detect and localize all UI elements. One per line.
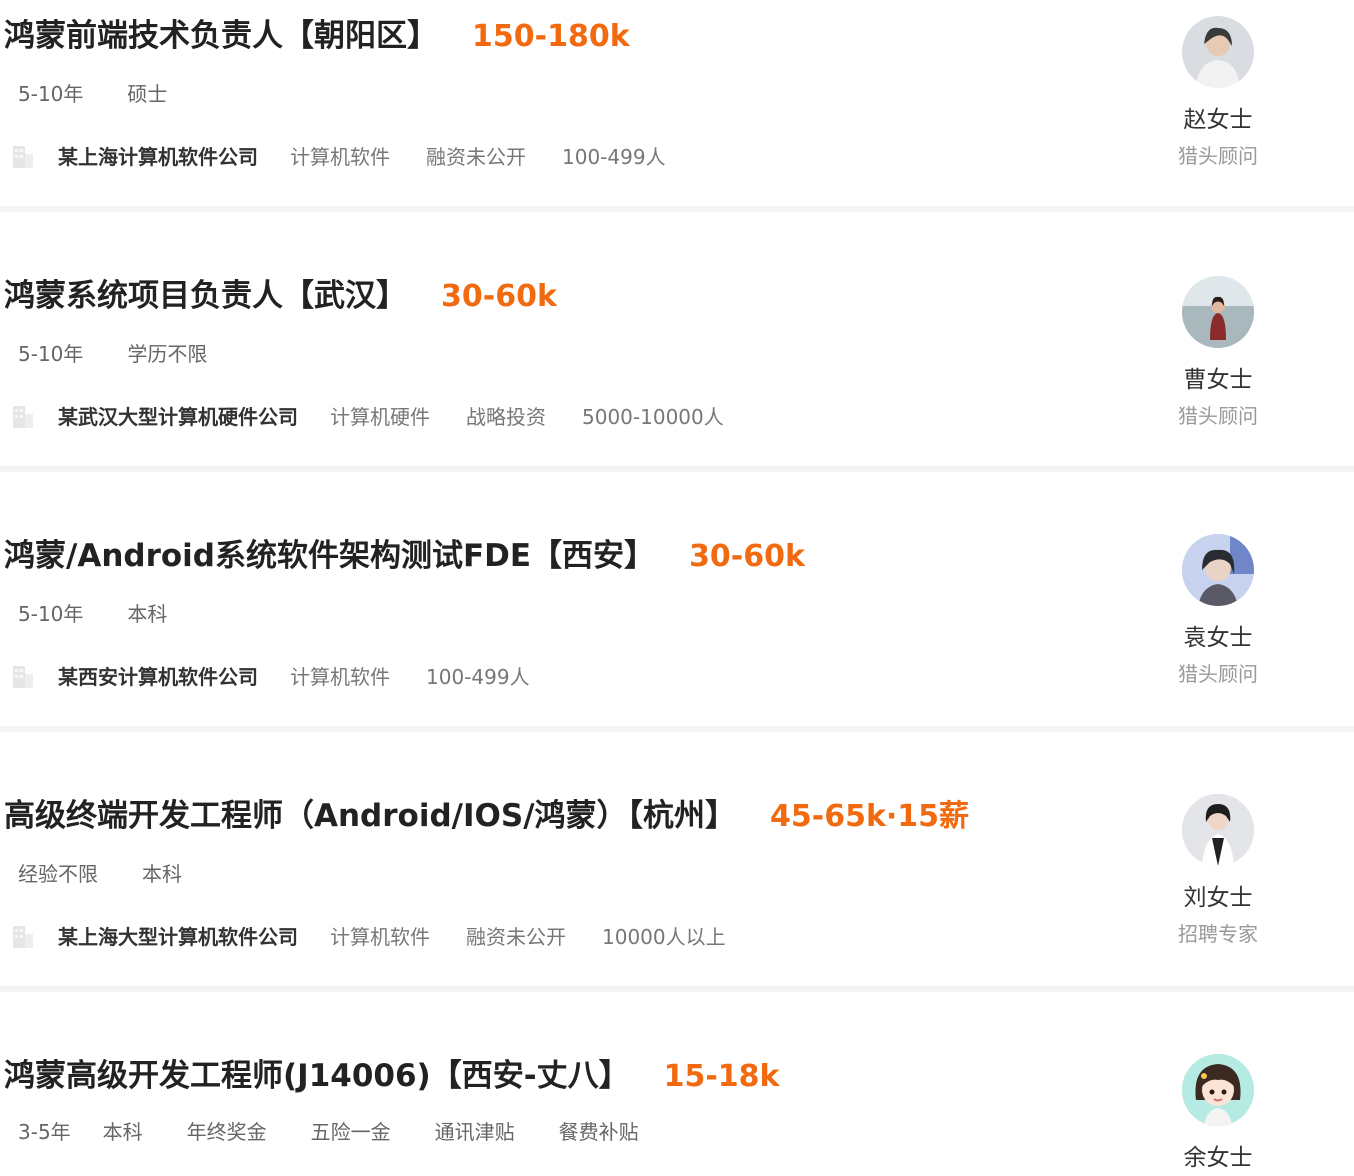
job-salary: 30-60k [689,539,805,574]
job-card[interactable]: 高级终端开发工程师（Android/IOS/鸿蒙）【杭州】 45-65k·15薪… [0,732,1354,986]
job-tag: 5-10年 [18,82,84,106]
company-industry: 计算机软件 [290,144,390,169]
recruiter[interactable]: 刘女士 招聘专家 [1174,794,1262,947]
job-tag: 经验不限 [18,862,98,886]
company-size: 100-499人 [562,144,666,169]
job-title-row: 高级终端开发工程师（Android/IOS/鸿蒙）【杭州】 45-65k·15薪 [4,790,969,835]
job-tag: 学历不限 [127,342,208,366]
company-funding: 融资未公开 [426,144,526,169]
job-card[interactable]: 鸿蒙系统项目负责人【武汉】 30-60k 5-10年 学历不限 某武汉大型计算机… [0,212,1354,466]
recruiter[interactable]: 余女士 [1174,1054,1262,1172]
job-tag: 五险一金 [310,1120,391,1144]
job-tag: 通讯津贴 [434,1120,515,1144]
company-industry: 计算机硬件 [330,404,430,429]
job-tag: 硕士 [127,82,168,106]
company-row: 某西安计算机软件公司 计算机软件 100-499人 [10,660,566,690]
building-icon [10,660,36,690]
job-title[interactable]: 高级终端开发工程师（Android/IOS/鸿蒙）【杭州】 [4,790,736,835]
avatar [1182,276,1254,348]
recruiter-role: 猎头顾问 [1178,404,1258,428]
job-tag: 3-5年 [18,1120,71,1144]
company-name[interactable]: 某西安计算机软件公司 [58,661,258,690]
recruiter-name: 赵女士 [1183,107,1253,133]
job-tags: 3-5年 本科 年终奖金 五险一金 通讯津贴 餐费补贴 [18,1116,683,1145]
building-icon [10,140,36,170]
company-name[interactable]: 某上海计算机软件公司 [58,141,258,170]
recruiter-name: 曹女士 [1183,367,1253,393]
building-icon [10,400,36,430]
company-row: 某上海计算机软件公司 计算机软件 融资未公开 100-499人 [10,140,702,170]
company-name[interactable]: 某上海大型计算机软件公司 [58,921,298,950]
recruiter[interactable]: 袁女士 猎头顾问 [1174,534,1262,687]
company-row: 某上海大型计算机软件公司 计算机软件 融资未公开 10000人以上 [10,920,762,950]
job-tags: 5-10年 学历不限 [18,338,251,367]
recruiter-role: 猎头顾问 [1178,144,1258,168]
job-salary: 15-18k [663,1059,780,1094]
job-salary: 30-60k [441,279,557,314]
avatar [1182,16,1254,88]
job-tags: 5-10年 本科 [18,598,211,627]
job-title-row: 鸿蒙高级开发工程师(J14006)【西安-丈八】 15-18k [4,1050,780,1095]
company-name[interactable]: 某武汉大型计算机硬件公司 [58,401,298,430]
job-title-row: 鸿蒙前端技术负责人【朝阳区】 150-180k [4,10,630,55]
job-title[interactable]: 鸿蒙/Android系统软件架构测试FDE【西安】 [4,530,655,575]
job-tag: 本科 [142,862,182,886]
job-tag: 餐费补贴 [558,1120,639,1144]
recruiter[interactable]: 赵女士 猎头顾问 [1174,16,1262,169]
building-icon [10,920,36,950]
job-card[interactable]: 鸿蒙前端技术负责人【朝阳区】 150-180k 5-10年 硕士 某上海计算机软… [0,0,1354,206]
job-title-row: 鸿蒙系统项目负责人【武汉】 30-60k [4,270,557,315]
company-funding: 融资未公开 [466,924,566,949]
job-tag: 5-10年 [18,342,84,366]
job-title[interactable]: 鸿蒙高级开发工程师(J14006)【西安-丈八】 [4,1050,630,1095]
recruiter-role: 猎头顾问 [1178,662,1258,686]
job-tags: 经验不限 本科 [18,858,226,887]
company-industry: 计算机软件 [290,664,390,689]
job-tag: 年终奖金 [186,1120,267,1144]
recruiter-role: 招聘专家 [1178,922,1258,946]
job-title[interactable]: 鸿蒙系统项目负责人【武汉】 [4,270,407,315]
job-salary: 150-180k [472,19,630,54]
job-card[interactable]: 鸿蒙高级开发工程师(J14006)【西安-丈八】 15-18k 3-5年 本科 … [0,992,1354,1176]
recruiter-name: 余女士 [1183,1145,1253,1171]
avatar [1182,1054,1254,1126]
job-list: 鸿蒙前端技术负责人【朝阳区】 150-180k 5-10年 硕士 某上海计算机软… [0,0,1354,1176]
job-title[interactable]: 鸿蒙前端技术负责人【朝阳区】 [4,10,438,55]
job-tag: 本科 [127,602,168,626]
company-industry: 计算机软件 [330,924,430,949]
job-tag: 本科 [102,1120,143,1144]
job-tag: 5-10年 [18,602,84,626]
avatar [1182,534,1254,606]
company-size: 100-499人 [426,664,530,689]
company-size: 10000人以上 [602,924,726,949]
job-salary: 45-65k·15薪 [770,799,970,834]
company-funding: 战略投资 [466,404,546,429]
company-row: 某武汉大型计算机硬件公司 计算机硬件 战略投资 5000-10000人 [10,400,760,430]
job-card[interactable]: 鸿蒙/Android系统软件架构测试FDE【西安】 30-60k 5-10年 本… [0,472,1354,726]
avatar [1182,794,1254,866]
recruiter-name: 刘女士 [1183,885,1253,911]
recruiter[interactable]: 曹女士 猎头顾问 [1174,276,1262,429]
job-title-row: 鸿蒙/Android系统软件架构测试FDE【西安】 30-60k [4,530,805,575]
company-size: 5000-10000人 [582,404,724,429]
recruiter-name: 袁女士 [1183,625,1253,651]
job-tags: 5-10年 硕士 [18,78,211,107]
